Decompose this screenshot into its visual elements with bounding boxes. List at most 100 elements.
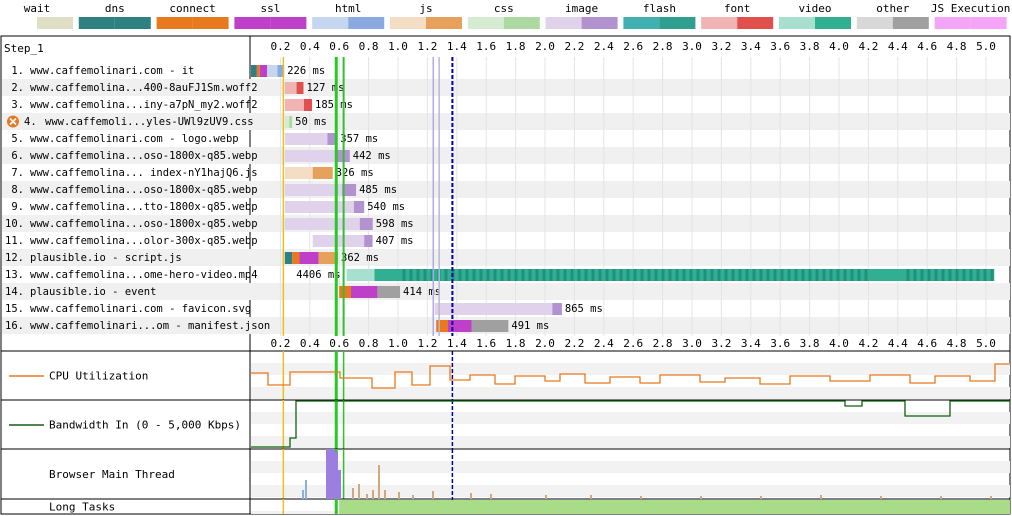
main-thread-activity [470,493,472,499]
x-tick-label: 0.2 [270,337,290,350]
x-tick-label: 2.6 [623,40,643,53]
main-thread-activity [372,490,374,499]
request-number: 13. [5,269,24,281]
legend-swatch-dark [659,17,696,29]
request-row[interactable]: 1. www.caffemolinari.com - it 226 ms [11,65,325,77]
x-tick-label: 1.2 [417,40,437,53]
video-chunk [668,269,672,281]
request-duration: 407 ms [376,235,414,247]
timing-bar-dns [284,252,293,264]
request-row[interactable]: 9. www.caffemolina...tto-1800x-q85.webp 54… [11,201,405,213]
video-chunk [941,269,945,281]
video-chunk [850,269,854,281]
video-chunk [717,269,721,281]
legend-label: wait [24,2,51,15]
x-tick-label: 4.8 [947,40,967,53]
video-chunk [843,269,847,281]
x-tick-label: 0.6 [329,40,349,53]
lane-label: Bandwidth In (0 - 5,000 Kbps) [49,419,241,432]
video-chunk [626,269,630,281]
x-tick-label: 3.8 [800,337,820,350]
timing-bar-wait [284,99,304,111]
legend-swatch-dark [37,17,73,29]
legend-swatch-light [856,17,893,29]
metric-lanes: CPU Utilization Bandwidth In (0 - 5,000 K… [1,350,1010,514]
video-chunk [472,269,476,281]
request-label: www.caffemolina... index-nY1hajQ6.js [30,167,258,179]
legend-label: js [419,2,432,15]
request-label: www.caffemolina...oso-1800x-q85.webp [30,218,258,230]
x-tick-label: 5.0 [976,40,996,53]
video-chunk [689,269,693,281]
timing-bar-wait [267,65,278,77]
request-number: 6. [11,150,24,162]
request-row[interactable]: 2. www.caffemolina...400-8auFJ1Sm.woff2 12… [11,82,344,94]
timing-bar-connect [436,320,448,332]
video-chunk [948,269,952,281]
legend-label: dns [105,2,125,15]
legend-swatch-dark [192,17,229,29]
video-chunk [486,269,490,281]
timing-bar-other [471,320,509,332]
timing-bar-wait [284,184,343,196]
request-row[interactable]: 6. www.caffemolina...oso-1800x-q85.webp 44… [11,150,391,162]
legend-swatch-light [934,17,971,29]
request-row[interactable]: 11. www.caffemolina...olor-300x-q85.webp 4… [5,235,414,247]
video-chunk [766,269,770,281]
x-tick-label: 3.6 [770,337,790,350]
video-chunk [416,269,420,281]
request-label: plausible.io - event [30,286,156,298]
x-tick-label: 2.2 [564,40,584,53]
video-chunk [787,269,791,281]
video-chunk [535,269,539,281]
request-label: www.caffemolinari.com - favicon.svg [30,303,251,315]
main-thread-activity [432,491,434,499]
request-row[interactable]: 8. www.caffemolina...oso-1800x-q85.webp 48… [11,184,397,196]
video-chunk [710,269,714,281]
request-label: www.caffemolina...ome-hero-video.mp4 [30,269,258,281]
request-row[interactable]: 10. www.caffemolina...oso-1800x-q85.webp 5… [5,218,414,230]
request-number: 10. [5,218,24,230]
video-chunk [542,269,546,281]
request-row[interactable]: 5. www.caffemolinari.com - logo.webp 357 m… [11,133,378,145]
main-thread-activity [590,495,592,499]
video-chunk [528,269,532,281]
x-tick-label: 1.6 [476,337,496,350]
video-chunk [745,269,749,281]
lane-label: CPU Utilization [49,370,148,383]
x-tick-label: 4.2 [858,337,878,350]
timing-bar-image [552,303,562,315]
x-tick-label: 4.6 [917,337,937,350]
video-chunk [738,269,742,281]
timing-bar-css [289,116,293,128]
x-tick-label: 4.4 [888,40,908,53]
x-tick-label: 2.6 [623,337,643,350]
legend-swatch-light [623,17,660,29]
video-chunk [836,269,840,281]
legend-label: ssl [260,2,280,15]
x-tick-label: 0.4 [300,40,320,53]
video-chunk [612,269,616,281]
request-row[interactable]: 15. www.caffemolinari.com - favicon.svg 86… [5,303,603,315]
video-chunk [934,269,938,281]
request-row[interactable]: 7. www.caffemolina... index-nY1hajQ6.js 32… [11,167,374,179]
lane-stripe [251,363,1010,375]
video-chunk [577,269,581,281]
video-chunk [815,269,819,281]
x-tick-label: 1.6 [476,40,496,53]
video-chunk [752,269,756,281]
request-row[interactable]: 13. www.caffemolina...ome-hero-video.mp4 4… [5,269,995,281]
x-tick-label: 4.2 [858,40,878,53]
request-number: 9. [11,201,24,213]
video-chunk [507,269,511,281]
request-row[interactable]: 3. www.caffemolina...iny-a7pN_my2.woff2 18… [11,99,353,111]
video-chunk [479,269,483,281]
request-label: www.caffemolinari...om - manifest.json [30,320,270,332]
request-duration: 362 ms [341,252,379,264]
legend-swatch-light [156,17,193,29]
request-duration: 598 ms [376,218,414,230]
video-chunk [920,269,924,281]
x-tick-label: 1.2 [417,337,437,350]
x-tick-label: 0.6 [329,337,349,350]
video-chunk [493,269,497,281]
